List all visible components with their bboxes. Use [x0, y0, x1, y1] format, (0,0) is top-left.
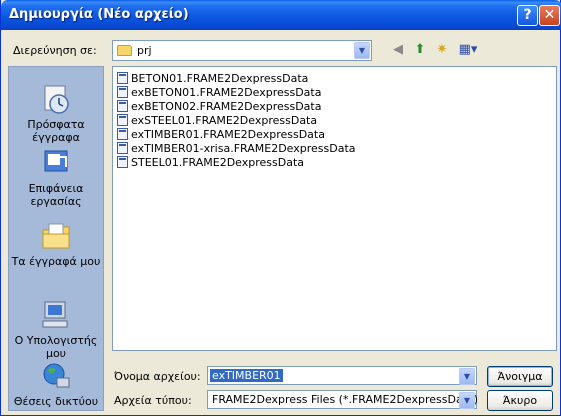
place-label: Θέσεις δικτύου [13, 395, 99, 408]
file-icon [117, 86, 128, 98]
new-folder-icon[interactable]: ✷ [433, 41, 451, 59]
recent-documents-icon [44, 85, 69, 114]
my-documents-icon [42, 223, 70, 249]
up-folder-icon[interactable]: ⬆ [411, 41, 429, 59]
place-label: Ο Υπολογιστής μου [14, 334, 98, 360]
open-button[interactable]: Άνοιγμα [487, 366, 553, 387]
cancel-button[interactable]: Άκυρο [487, 390, 553, 411]
list-item[interactable]: exSTEEL01.FRAME2DexpressData [117, 114, 317, 128]
place-label: Τα έγγραφά μου [11, 255, 101, 268]
my-computer-icon [42, 301, 68, 328]
place-label: Επιφάνεια εργασίας [28, 182, 84, 208]
list-item[interactable]: STEEL01.FRAME2DexpressData [117, 156, 304, 170]
places-bar: Πρόσφατα έγγραφα Επιφάνεια εργασίας Τα έ… [8, 66, 104, 411]
file-icon [117, 142, 128, 154]
place-desktop[interactable]: Επιφάνεια εργασίας [9, 147, 103, 208]
chevron-down-icon[interactable]: ▼ [459, 392, 475, 409]
look-in-value: prj [137, 44, 152, 57]
file-icon [117, 128, 128, 140]
folder-icon [117, 45, 132, 56]
list-item[interactable]: exBETON02.FRAME2DexpressData [117, 100, 321, 114]
chevron-down-icon[interactable]: ▼ [459, 368, 475, 385]
file-icon [117, 114, 128, 126]
place-my-computer[interactable]: Ο Υπολογιστής μου [9, 299, 103, 360]
file-list[interactable]: BETON01.FRAME2DexpressData exBETON01.FRA… [112, 66, 557, 351]
desktop-icon [44, 150, 68, 172]
list-item[interactable]: exTIMBER01-xrisa.FRAME2DexpressData [117, 142, 356, 156]
network-places-icon [43, 363, 70, 388]
file-icon [117, 156, 128, 168]
filetype-label: Αρχεία τύπου: [114, 394, 192, 407]
list-item[interactable]: exBETON01.FRAME2DexpressData [117, 86, 321, 100]
look-in-label: Διερεύνηση σε: [13, 44, 97, 57]
place-network[interactable]: Θέσεις δικτύου [9, 360, 103, 408]
close-button[interactable]: ✕ [539, 5, 560, 26]
file-icon [117, 100, 128, 112]
filetype-value: FRAME2Dexpress Files (*.FRAME2DexpressDa… [212, 393, 479, 406]
chevron-down-icon[interactable]: ▼ [354, 42, 370, 59]
filename-input[interactable]: exTIMBER01 ▼ [207, 366, 477, 385]
title-bar[interactable]: Δημιουργία (Νέο αρχείο) ? ✕ [1, 0, 561, 30]
view-menu-icon[interactable]: ▦▾ [455, 41, 481, 59]
open-file-dialog: Δημιουργία (Νέο αρχείο) ? ✕ Διερεύνηση σ… [0, 0, 561, 416]
file-icon [117, 72, 128, 84]
filename-value: exTIMBER01 [210, 369, 283, 382]
window-title: Δημιουργία (Νέο αρχείο) [9, 7, 189, 22]
look-in-combo[interactable]: prj ▼ [112, 40, 372, 61]
back-icon[interactable]: ◀ [389, 41, 407, 59]
filetype-select[interactable]: FRAME2Dexpress Files (*.FRAME2DexpressDa… [207, 390, 479, 409]
help-button[interactable]: ? [517, 5, 538, 26]
filename-label: Όνομα αρχείου: [114, 370, 201, 383]
list-item[interactable]: exTIMBER01.FRAME2DexpressData [117, 128, 325, 142]
place-label: Πρόσφατα έγγραφα [27, 118, 85, 144]
list-item[interactable]: BETON01.FRAME2DexpressData [117, 72, 308, 86]
place-recent-documents[interactable]: Πρόσφατα έγγραφα [9, 83, 103, 144]
place-my-documents[interactable]: Τα έγγραφά μου [9, 220, 103, 268]
